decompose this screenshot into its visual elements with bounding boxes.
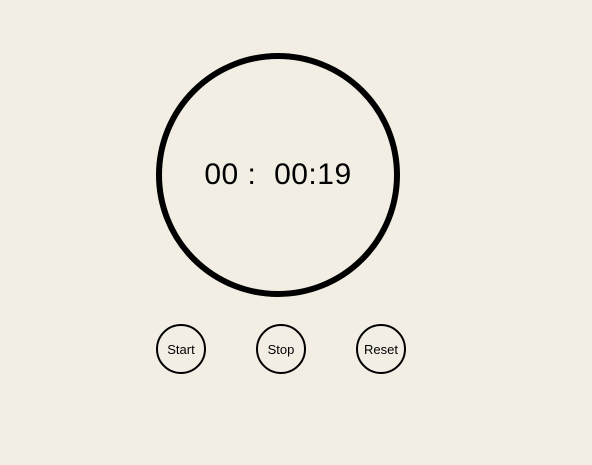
start-button-label: Start xyxy=(167,341,195,357)
stopwatch-app: 00 : 00:19 Start Stop Reset xyxy=(0,0,592,465)
timer-separator: : xyxy=(238,158,275,191)
reset-button-label: Reset xyxy=(364,341,398,357)
reset-button[interactable]: Reset xyxy=(356,324,406,374)
start-button[interactable]: Start xyxy=(156,324,206,374)
stop-button-label: Stop xyxy=(267,341,295,357)
time-readout: 00 : 00:19 xyxy=(162,59,394,291)
stop-button[interactable]: Stop xyxy=(256,324,306,374)
timer-seconds: 00:19 xyxy=(274,158,352,191)
timer-minutes: 00 xyxy=(204,158,239,191)
timer-dial: 00 : 00:19 xyxy=(156,53,400,297)
